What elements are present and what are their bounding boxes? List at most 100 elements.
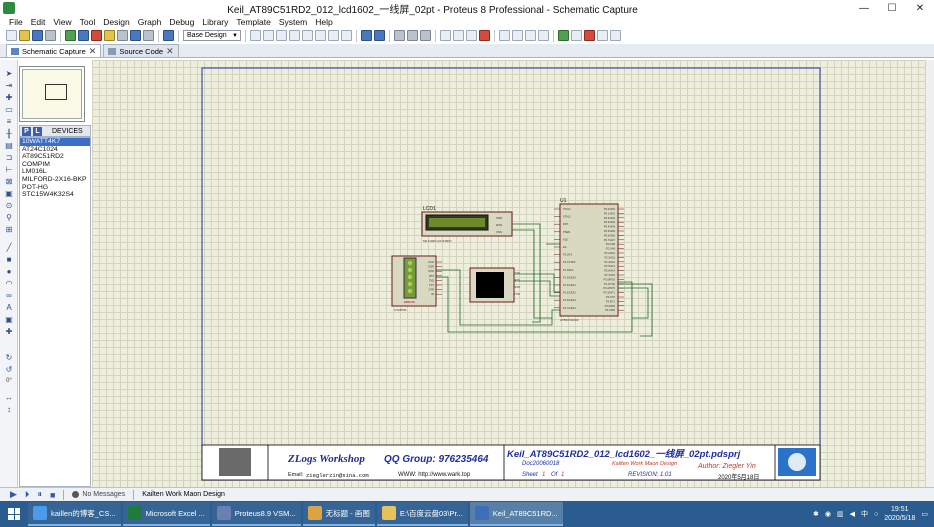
- maximize-button[interactable]: ☐: [878, 0, 906, 16]
- design-rule-icon[interactable]: [597, 30, 608, 41]
- rotate-ccw-icon[interactable]: ↺: [3, 364, 15, 374]
- design-explorer-icon[interactable]: [143, 30, 154, 41]
- taskbar-item-proteus[interactable]: Keil_AT89C51RD...: [469, 502, 563, 526]
- cut-icon[interactable]: [394, 30, 405, 41]
- pick-device-icon[interactable]: [499, 30, 510, 41]
- redo-icon[interactable]: [374, 30, 385, 41]
- design-select[interactable]: Base Design ▼: [183, 30, 241, 41]
- menu-debug[interactable]: Debug: [165, 17, 198, 27]
- menu-file[interactable]: File: [5, 17, 27, 27]
- schematic-canvas[interactable]: LCD1 MILFORD-2X16-BKP VDD RXD VSS U1 AT8…: [92, 60, 926, 487]
- copy-icon[interactable]: [407, 30, 418, 41]
- menu-tool[interactable]: Tool: [76, 17, 100, 27]
- play-icon[interactable]: ▶: [10, 489, 17, 500]
- stop-icon[interactable]: ■: [50, 490, 55, 500]
- gallery-icon[interactable]: [104, 30, 115, 41]
- block-move-icon[interactable]: [453, 30, 464, 41]
- subcircuit-icon[interactable]: ▤: [3, 140, 15, 150]
- packaging-tool-icon[interactable]: [525, 30, 536, 41]
- tape-recorder-icon[interactable]: ▣: [3, 188, 15, 198]
- schematic-icon[interactable]: [78, 30, 89, 41]
- menu-view[interactable]: View: [49, 17, 75, 27]
- volume-icon[interactable]: ◀: [850, 510, 855, 518]
- marker-2d-icon[interactable]: ✚: [3, 326, 15, 336]
- selection-mode-icon[interactable]: ➤: [3, 68, 15, 78]
- zoom-all-icon[interactable]: [328, 30, 339, 41]
- menu-library[interactable]: Library: [198, 17, 232, 27]
- taskbar-item-proteus-vsm[interactable]: Proteus8.9 VSM...: [211, 502, 301, 526]
- wire-autorouter-icon[interactable]: [558, 30, 569, 41]
- notification-icon[interactable]: ▭: [921, 510, 928, 518]
- list-item[interactable]: AT24C1024: [20, 146, 90, 154]
- search-icon[interactable]: ○: [874, 511, 878, 518]
- symbol-2d-icon[interactable]: ▣: [3, 314, 15, 324]
- paste-icon[interactable]: [420, 30, 431, 41]
- block-rotate-icon[interactable]: [466, 30, 477, 41]
- help-icon[interactable]: [163, 30, 174, 41]
- pcb-icon[interactable]: [91, 30, 102, 41]
- origin-icon[interactable]: [276, 30, 287, 41]
- mirror-horizontal-icon[interactable]: ↔: [3, 392, 15, 402]
- grid-icon[interactable]: [263, 30, 274, 41]
- text-2d-icon[interactable]: A: [3, 302, 15, 312]
- box-2d-icon[interactable]: ■: [3, 254, 15, 264]
- overview-window[interactable]: [19, 66, 85, 122]
- close-tab-icon[interactable]: ✕: [89, 46, 97, 57]
- wire-label-icon[interactable]: ▭: [3, 104, 15, 114]
- circle-2d-icon[interactable]: ●: [3, 266, 15, 276]
- tab-source-code[interactable]: Source Code ✕: [103, 44, 179, 57]
- step-icon[interactable]: ⏵: [25, 489, 30, 500]
- mirror-vertical-icon[interactable]: ↕: [3, 404, 15, 414]
- junction-dot-icon[interactable]: ✚: [3, 92, 15, 102]
- taskbar-item-excel[interactable]: Microsoft Excel ...: [122, 502, 210, 526]
- list-item[interactable]: LM016L: [20, 168, 90, 176]
- vertical-scrollbar[interactable]: [926, 60, 934, 487]
- bom-icon[interactable]: [117, 30, 128, 41]
- clock[interactable]: 19:51 2020/5/18: [884, 505, 915, 523]
- menu-edit[interactable]: Edit: [27, 17, 50, 27]
- start-button[interactable]: [0, 501, 28, 527]
- zoom-area-icon[interactable]: [341, 30, 352, 41]
- messages-indicator[interactable]: No Messages: [72, 491, 125, 498]
- menu-graph[interactable]: Graph: [134, 17, 166, 27]
- import-icon[interactable]: [45, 30, 56, 41]
- graph-mode-icon[interactable]: ⊠: [3, 176, 15, 186]
- search-tag-icon[interactable]: [571, 30, 582, 41]
- close-tab-icon[interactable]: ✕: [166, 46, 174, 57]
- taskbar-item-browser[interactable]: kaillen的博客_CS...: [28, 502, 121, 526]
- open-folder-icon[interactable]: [19, 30, 30, 41]
- virtual-terminal[interactable]: [469, 267, 515, 303]
- make-device-icon[interactable]: [512, 30, 523, 41]
- virtual-instruments-icon[interactable]: ⊞: [3, 224, 15, 234]
- property-assignment-icon[interactable]: [584, 30, 595, 41]
- list-item[interactable]: AT89C51RD2: [20, 153, 90, 161]
- source-code-icon[interactable]: [130, 30, 141, 41]
- zoom-out-icon[interactable]: [315, 30, 326, 41]
- save-icon[interactable]: [32, 30, 43, 41]
- path-2d-icon[interactable]: ∞: [3, 290, 15, 300]
- generator-icon[interactable]: ⊙: [3, 200, 15, 210]
- close-button[interactable]: ✕: [906, 0, 934, 16]
- bluetooth-icon[interactable]: ✱: [813, 510, 819, 518]
- security-icon[interactable]: ◉: [825, 510, 831, 518]
- menu-help[interactable]: Help: [311, 17, 336, 27]
- rotate-cw-icon[interactable]: ↻: [3, 352, 15, 362]
- tab-schematic-capture[interactable]: Schematic Capture ✕: [6, 44, 102, 57]
- ime-indicator[interactable]: 中: [861, 509, 868, 519]
- menu-design[interactable]: Design: [99, 17, 133, 27]
- pause-icon[interactable]: ⏸: [37, 489, 42, 500]
- list-item[interactable]: MILFORD-2X16-BKP: [20, 176, 90, 184]
- zoom-in-icon[interactable]: [302, 30, 313, 41]
- device-pins-icon[interactable]: ⊢: [3, 164, 15, 174]
- list-item[interactable]: COMPIM: [20, 161, 90, 169]
- undo-icon[interactable]: [361, 30, 372, 41]
- voltage-probe-icon[interactable]: ⚲: [3, 212, 15, 222]
- network-icon[interactable]: ▥: [837, 510, 844, 518]
- menu-system[interactable]: System: [275, 17, 311, 27]
- text-script-icon[interactable]: ≡: [3, 116, 15, 126]
- terminals-icon[interactable]: ⊐: [3, 152, 15, 162]
- pick-device-button[interactable]: P: [22, 126, 31, 136]
- home-icon[interactable]: [65, 30, 76, 41]
- taskbar-item-explorer[interactable]: E:\百度云盘03\Pr...: [376, 502, 468, 526]
- netlist-icon[interactable]: [610, 30, 621, 41]
